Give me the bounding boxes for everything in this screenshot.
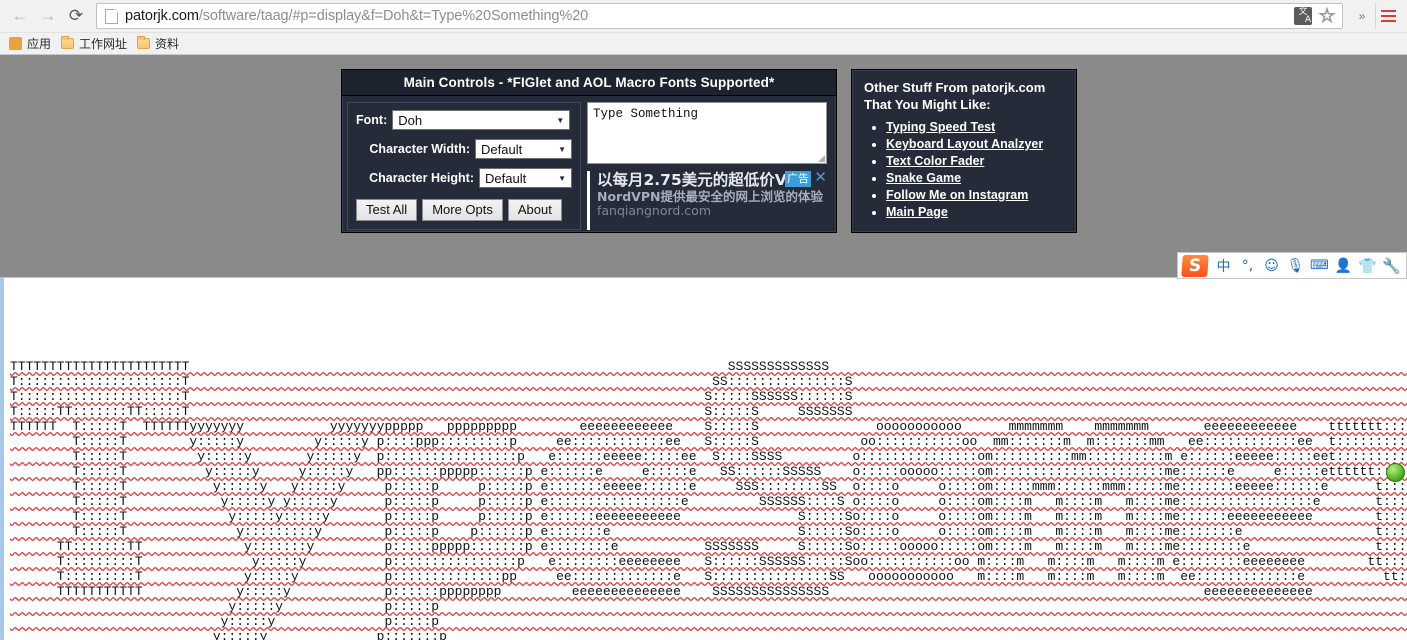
overflow-chevron-button[interactable]: » <box>1351 3 1373 29</box>
url-path: /software/taag/#p=display&f=Doh&t=Type%2… <box>198 8 589 24</box>
main-controls-body: Font: Doh ▼ Character Width: Default ▼ C… <box>342 96 836 235</box>
advertisement[interactable]: 广告 ✕ 以每月2.75美元的超低价VPN NordVPN提供最安全的网上浏览的… <box>587 171 827 230</box>
test-all-button[interactable]: Test All <box>356 199 418 221</box>
bookmark-label: 工作网址 <box>79 37 128 51</box>
character-width-select[interactable]: Default ▼ <box>475 139 572 159</box>
folder-icon <box>61 36 75 49</box>
close-icon[interactable]: ✕ <box>814 171 827 185</box>
punctuation-mode-icon[interactable]: °, <box>1237 255 1258 276</box>
text-input-textarea[interactable]: Type Something <box>587 102 827 164</box>
link-main-page[interactable]: Main Page <box>886 205 948 219</box>
bookmarks-bar: 应用 工作网址 资料 <box>0 32 1407 54</box>
folder-icon <box>137 36 151 49</box>
url-host: patorjk.com <box>125 8 199 24</box>
skin-icon[interactable]: 👕 <box>1357 255 1378 276</box>
font-label: Font: <box>356 113 388 127</box>
list-item: Text Color Fader <box>886 153 1066 170</box>
list-item: Keyboard Layout Analzyer <box>886 136 1066 153</box>
menu-line <box>1381 15 1396 17</box>
chinese-mode-icon[interactable]: 中 <box>1213 255 1234 276</box>
character-width-row: Character Width: Default ▼ <box>356 139 572 159</box>
sogou-logo-icon[interactable]: S <box>1181 254 1209 277</box>
page-info-icon[interactable] <box>105 8 118 24</box>
bookmark-item-work[interactable]: 工作网址 <box>58 35 134 53</box>
ascii-art-content[interactable]: TTTTTTTTTTTTTTTTTTTTTTT SSSSSSSSSSSSS T:… <box>10 359 1407 640</box>
link-text-color-fader[interactable]: Text Color Fader <box>886 154 984 168</box>
menu-line <box>1381 20 1396 22</box>
ad-domain: fanqiangnord.com <box>597 203 712 218</box>
font-select-value: Doh <box>398 112 423 128</box>
ime-toolbar: S 中 °, ☺ 🎙 ⌨ 👤 👕 🔧 <box>1177 252 1407 279</box>
controls-column: Font: Doh ▼ Character Width: Default ▼ C… <box>347 102 581 230</box>
other-stuff-heading-line2: That You Might Like: <box>864 96 991 112</box>
emoji-icon[interactable]: ☺ <box>1261 255 1282 276</box>
forward-button[interactable]: → <box>34 2 62 30</box>
hamburger-menu-icon[interactable] <box>1375 3 1401 29</box>
chevron-down-icon: ▼ <box>558 144 566 154</box>
character-height-value: Default <box>485 170 527 186</box>
more-opts-button[interactable]: More Opts <box>422 199 503 221</box>
character-height-row: Character Height: Default ▼ <box>356 168 572 188</box>
other-stuff-link-list: Typing Speed Test Keyboard Layout Analzy… <box>864 119 1066 221</box>
input-column: Type Something 广告 ✕ 以每月2.75美元的超低价VPN Nor… <box>587 102 827 230</box>
voice-input-icon[interactable]: 🎙 <box>1285 255 1306 276</box>
list-item: Main Page <box>886 204 1066 221</box>
browser-chrome: ← → ⟳ patorjk.com/software/taag/#p=displ… <box>0 0 1407 55</box>
bookmark-star-icon[interactable]: ☆ <box>1316 5 1338 27</box>
page-content: Main Controls - *FIGlet and AOL Macro Fo… <box>0 55 1407 640</box>
translate-sub-glyph: A <box>1304 15 1311 25</box>
bookmark-item-docs[interactable]: 资料 <box>134 35 186 53</box>
ad-subtext: NordVPN提供最安全的网上浏览的体验 <box>597 189 823 204</box>
browser-toolbar: ← → ⟳ patorjk.com/software/taag/#p=displ… <box>0 0 1407 32</box>
menu-line <box>1381 10 1396 12</box>
url-text[interactable]: patorjk.com/software/taag/#p=display&f=D… <box>125 8 1290 24</box>
other-stuff-heading: Other Stuff From patorjk.com That You Mi… <box>864 80 1066 113</box>
ad-badge: 广告 <box>785 171 811 187</box>
list-item: Follow Me on Instagram <box>886 187 1066 204</box>
font-select[interactable]: Doh ▼ <box>392 110 571 130</box>
link-snake-game[interactable]: Snake Game <box>886 171 961 185</box>
apps-icon <box>9 37 22 50</box>
chevron-down-icon: ▼ <box>556 115 565 125</box>
font-row: Font: Doh ▼ <box>356 110 572 130</box>
character-height-select[interactable]: Default ▼ <box>479 168 572 188</box>
controls-button-row: Test All More Opts About <box>356 199 572 221</box>
settings-wrench-icon[interactable]: 🔧 <box>1381 255 1402 276</box>
translate-icon[interactable]: 文 A <box>1294 7 1312 25</box>
ascii-output-textarea[interactable]: TTTTTTTTTTTTTTTTTTTTTTT SSSSSSSSSSSSS T:… <box>0 278 1407 640</box>
ascii-output-area[interactable]: TTTTTTTTTTTTTTTTTTTTTTT SSSSSSSSSSSSS T:… <box>0 277 1407 640</box>
reload-button[interactable]: ⟳ <box>62 2 90 30</box>
status-indicator-dot <box>1386 463 1405 482</box>
bookmark-label: 资料 <box>155 37 180 51</box>
link-keyboard-layout-analyzer[interactable]: Keyboard Layout Analzyer <box>886 137 1043 151</box>
main-controls-title: Main Controls - *FIGlet and AOL Macro Fo… <box>342 70 836 96</box>
back-button[interactable]: ← <box>6 2 34 30</box>
character-width-label: Character Width: <box>369 142 470 156</box>
character-width-value: Default <box>481 141 523 157</box>
other-stuff-panel: Other Stuff From patorjk.com That You Mi… <box>851 69 1077 233</box>
character-height-label: Character Height: <box>369 171 474 185</box>
other-stuff-heading-line1: Other Stuff From patorjk.com <box>864 80 1046 95</box>
address-bar[interactable]: patorjk.com/software/taag/#p=display&f=D… <box>96 3 1343 29</box>
link-typing-speed-test[interactable]: Typing Speed Test <box>886 120 995 134</box>
main-controls-panel: Main Controls - *FIGlet and AOL Macro Fo… <box>341 69 837 233</box>
bookmark-item-apps[interactable]: 应用 <box>6 35 58 53</box>
bookmark-label: 应用 <box>27 37 52 51</box>
chevron-down-icon: ▼ <box>558 173 566 183</box>
link-follow-me-on-instagram[interactable]: Follow Me on Instagram <box>886 188 1028 202</box>
about-button[interactable]: About <box>507 199 562 221</box>
user-account-icon[interactable]: 👤 <box>1333 255 1354 276</box>
soft-keyboard-icon[interactable]: ⌨ <box>1309 255 1330 276</box>
list-item: Typing Speed Test <box>886 119 1066 136</box>
list-item: Snake Game <box>886 170 1066 187</box>
